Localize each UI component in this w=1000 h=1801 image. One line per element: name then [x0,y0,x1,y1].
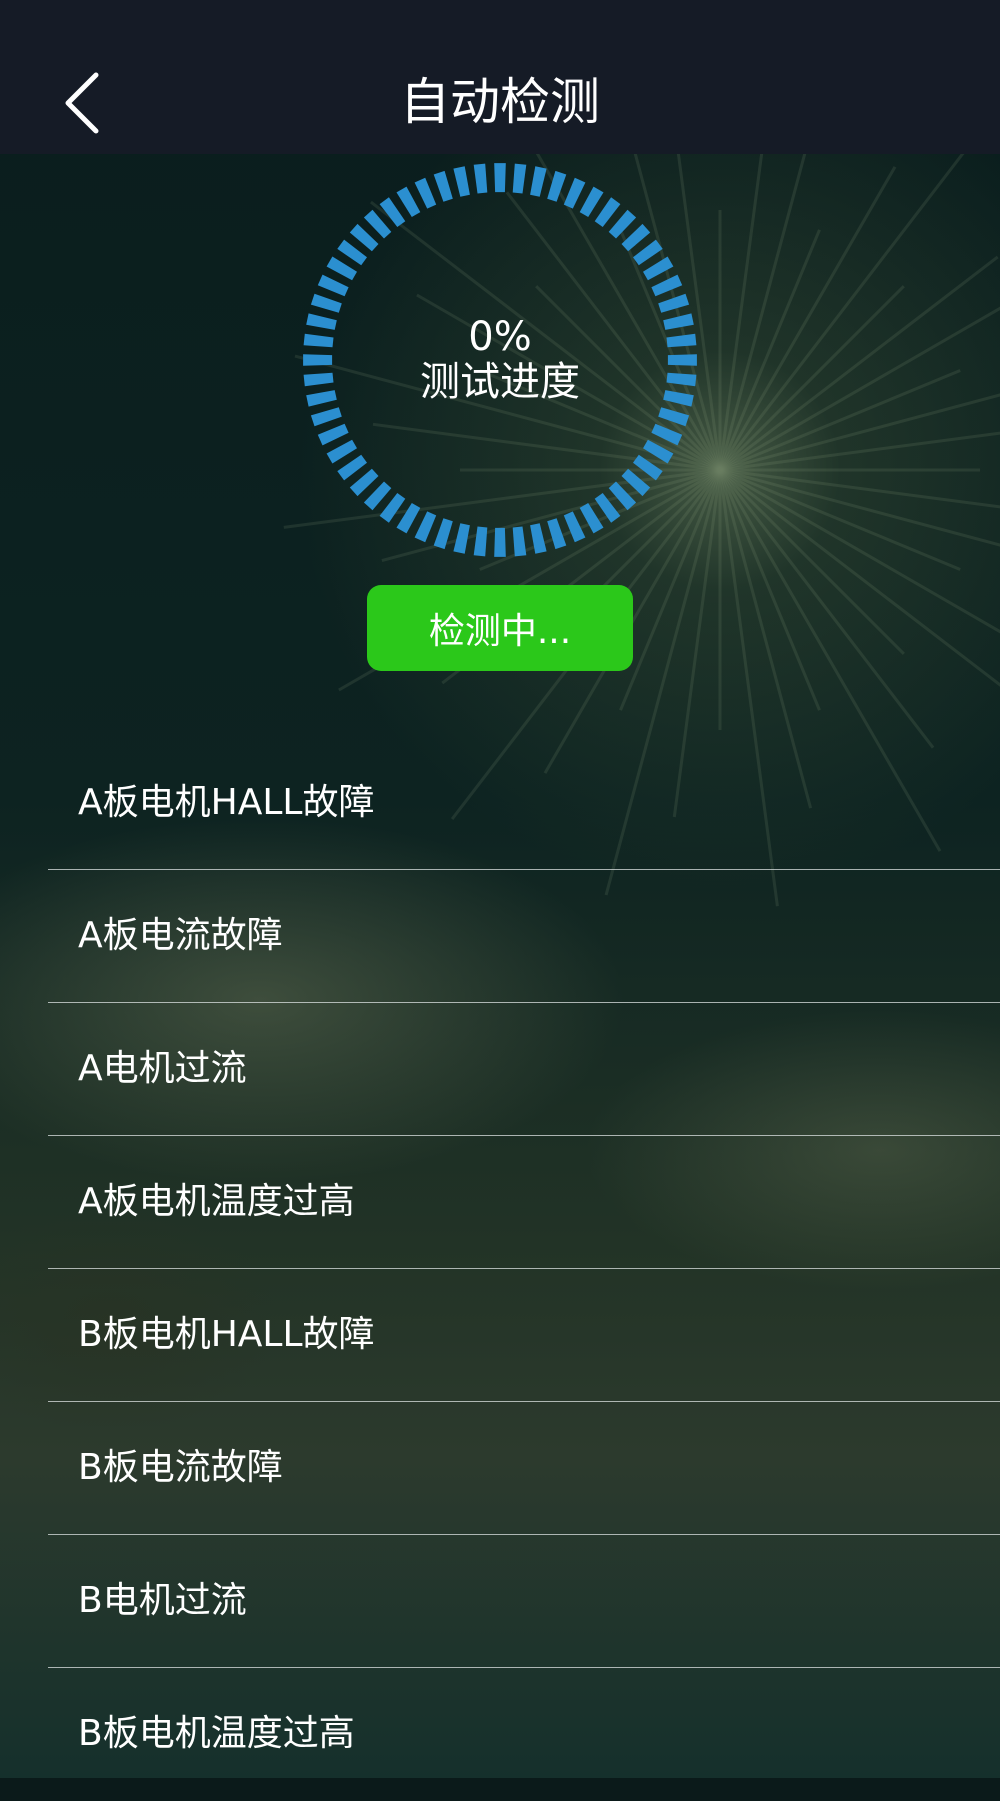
progress-segment [643,439,674,464]
fault-item-label: A电机过流 [78,1048,247,1089]
progress-segment [453,523,470,554]
progress-segment [494,163,506,193]
progress-segment [473,163,488,194]
progress-segment [310,293,342,313]
progress-segment [512,163,527,194]
fault-item-label: A板电机HALL故障 [78,782,375,823]
progress-value: 0% [468,314,532,360]
progress-segment [433,170,453,202]
progress-segment [433,518,453,550]
progress-segment [563,511,586,543]
progress-segment [530,166,547,197]
progress-segment [643,256,674,281]
fault-list-item[interactable]: B板电流故障 [0,1402,1000,1535]
progress-segment [594,493,621,523]
fault-list: A板电机HALL故障 A板电流故障 A电机过流 A板电机温度过高 B板电机HALL故障 B… [0,737,1000,1801]
progress-segment [547,518,567,550]
fault-list-item[interactable]: A板电机温度过高 [0,1136,1000,1269]
progress-label: 测试进度 [420,359,580,405]
progress-segment [337,239,367,266]
progress-segment [658,407,690,427]
fault-list-item[interactable]: A板电机HALL故障 [0,737,1000,870]
progress-segment [414,177,437,209]
sun-ray [719,393,1000,472]
fault-item-label: A板电流故障 [78,915,283,956]
progress-segment [494,527,506,557]
progress-segment [633,454,663,481]
progress-segment [530,523,547,554]
sun-ray [719,431,1000,472]
progress-segment [396,186,421,217]
progress-segment [453,166,470,197]
progress-segment [396,503,421,534]
sun-ray [719,468,1000,634]
fault-item-label: B板电流故障 [78,1447,283,1488]
progress-segment [651,423,683,446]
progress-segment [326,256,357,281]
progress-segment [547,170,567,202]
progress-segment [594,197,621,227]
detecting-status-button[interactable]: 检测中... [367,585,633,671]
page-title: 自动检测 [400,73,600,131]
progress-segment [326,439,357,464]
fault-item-label: A板电机温度过高 [78,1181,355,1222]
sun-ray [718,166,897,471]
fault-list-item[interactable]: B板电机HALL故障 [0,1269,1000,1402]
progress-segment [317,423,349,446]
progress-segment [512,526,527,557]
progress-segment [473,526,488,557]
progress-segment [651,274,683,297]
progress-segment [579,186,604,217]
top-bar: 自动检测 [0,0,1000,154]
fault-list-item[interactable]: B电机过流 [0,1535,1000,1668]
progress-segment [658,293,690,313]
fault-item-label: B电机过流 [78,1580,247,1621]
progress-segment [379,197,406,227]
progress-segment [414,511,437,543]
progress-segment [633,239,663,266]
progress-segment [579,503,604,534]
progress-segment [379,493,406,523]
fault-list-item[interactable]: A电机过流 [0,1003,1000,1136]
progress-segment [337,454,367,481]
fault-list-item[interactable]: B板电机温度过高 [0,1668,1000,1801]
progress-segment [317,274,349,297]
fault-item-label: B板电机HALL故障 [78,1314,375,1355]
progress-indicator: 0% 测试进度 [300,160,700,560]
progress-segment [310,407,342,427]
progress-segment [563,177,586,209]
fault-list-item[interactable]: A板电流故障 [0,870,1000,1003]
fault-item-label: B板电机温度过高 [78,1713,355,1754]
